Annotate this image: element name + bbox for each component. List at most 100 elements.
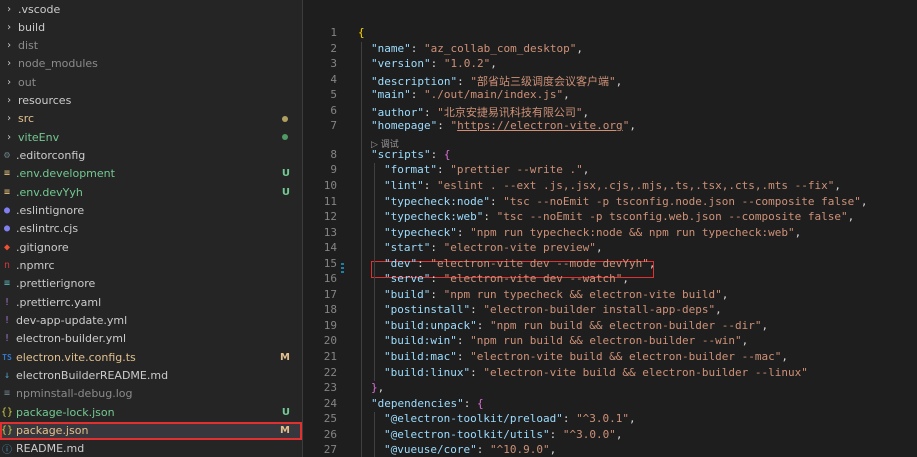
tree-folder-item[interactable]: › resources — [0, 92, 302, 110]
code-token: : — [437, 119, 451, 133]
chevron-right-icon: › — [5, 113, 13, 125]
code-line[interactable]: 15 "dev": "electron-vite dev --mode devYy… — [303, 257, 917, 272]
code-token: , — [860, 194, 868, 208]
code-token: "version" — [371, 57, 431, 71]
tree-file-item[interactable]: TS electron.vite.config.ts M — [0, 348, 302, 366]
tree-item-label: node_modules — [18, 57, 98, 71]
code-line[interactable]: 1{ — [303, 26, 917, 41]
code-line[interactable]: 26 "@electron-toolkit/utils": "^3.0.0", — [303, 428, 917, 443]
tree-folder-item[interactable]: › src — [0, 110, 302, 128]
code-token: , — [629, 119, 636, 133]
line-number: 8 — [330, 147, 337, 161]
line-number: 5 — [330, 88, 337, 102]
tree-file-item[interactable]: ! dev-app-update.yml — [0, 312, 302, 330]
tree-folder-item[interactable]: › node_modules — [0, 55, 302, 73]
code-token: : — [470, 365, 484, 379]
tree-file-item[interactable]: ● .eslintignore — [0, 202, 302, 220]
line-number: 2 — [330, 41, 337, 55]
tree-file-item[interactable]: ↓ electronBuilderREADME.md — [0, 367, 302, 385]
info-icon: ⓘ — [2, 445, 12, 457]
env-file-icon: ≡ — [3, 168, 11, 180]
code-line[interactable]: 4 "description": "部省站三级调度会议客户端", — [303, 73, 917, 88]
code-text: "main": "./out/main/index.js", — [358, 88, 570, 101]
line-number: 18 — [323, 303, 337, 317]
tree-file-item[interactable]: ≡ .prettierignore — [0, 275, 302, 293]
indent-guide — [374, 412, 375, 457]
code-token: : — [430, 57, 444, 71]
json-icon: {} — [0, 406, 14, 418]
code-line[interactable]: 3 "version": "1.0.2", — [303, 57, 917, 72]
code-line[interactable]: 16 "serve": "electron-vite dev --watch", — [303, 272, 917, 287]
code-line[interactable]: 11 "typecheck:node": "tsc --noEmit -p tsc… — [303, 195, 917, 210]
git-status-dot-icon — [282, 134, 288, 141]
code-token: } — [371, 381, 378, 395]
code-line[interactable]: 22 "build:linux": "electron-vite build &&… — [303, 366, 917, 381]
tree-file-item[interactable]: {} package.json M — [0, 421, 302, 440]
code-line[interactable]: 7 "homepage": "https://electron-vite.org"… — [303, 119, 917, 134]
git-status-dot-icon — [282, 115, 288, 122]
tree-item-label: electronBuilderREADME.md — [16, 369, 169, 383]
code-line[interactable]: 27 "@vueuse/core": "^10.9.0", — [303, 443, 917, 457]
code-line[interactable]: 6 "author": "北京安捷易讯科技有限公司", — [303, 104, 917, 119]
code-line[interactable]: 14 "start": "electron-vite preview", — [303, 241, 917, 256]
tree-file-item[interactable]: ⚙ .editorconfig — [0, 147, 302, 165]
code-text: "typecheck": "npm run typecheck:node && … — [358, 226, 801, 239]
tree-file-item[interactable]: ! .prettierrc.yaml — [0, 293, 302, 311]
tree-file-item[interactable]: ≡ npminstall-debug.log — [0, 385, 302, 403]
code-line[interactable]: 21 "build:mac": "electron-vite build && e… — [303, 350, 917, 365]
tree-folder-item[interactable]: › dist — [0, 37, 302, 55]
code-line[interactable]: 10 "lint": "eslint . --ext .js,.jsx,.cjs,… — [303, 179, 917, 194]
code-token: : — [549, 427, 563, 441]
code-line[interactable]: 17 "build": "npm run typecheck && electro… — [303, 288, 917, 303]
code-line[interactable]: 5 "main": "./out/main/index.js", — [303, 88, 917, 103]
tree-file-item[interactable]: ⓘ README.md — [0, 440, 302, 457]
code-line[interactable]: 23}, — [303, 381, 917, 396]
code-line[interactable]: 18 "postinstall": "electron-builder insta… — [303, 303, 917, 318]
code-line[interactable]: 9 "format": "prettier --write .", — [303, 163, 917, 178]
code-line[interactable]: 19 "build:unpack": "npm run build && elec… — [303, 319, 917, 334]
tree-item-label: package-lock.json — [16, 405, 115, 419]
code-line[interactable]: 13 "typecheck": "npm run typecheck:node &… — [303, 226, 917, 241]
code-line[interactable]: 20 "build:win": "npm run build && electro… — [303, 334, 917, 349]
line-number: 27 — [323, 443, 337, 457]
code-line[interactable]: 2 "name": "az_collab_com_desktop", — [303, 42, 917, 57]
tree-folder-item[interactable]: › viteEnv — [0, 128, 302, 146]
code-token: { — [358, 26, 365, 39]
tree-folder-item[interactable]: › build — [0, 18, 302, 36]
tree-file-item[interactable]: ≡ .env.devYyh U — [0, 183, 302, 201]
code-token: "typecheck" — [384, 225, 457, 239]
code-token: "description" — [371, 74, 458, 88]
tree-file-item[interactable]: ≡ .env.development U — [0, 165, 302, 183]
line-number: 14 — [323, 241, 337, 255]
tree-file-item[interactable]: ◆ .gitignore — [0, 238, 302, 256]
code-line[interactable]: 25 "@electron-toolkit/preload": "^3.0.1", — [303, 412, 917, 427]
tree-item-label: .prettierrc.yaml — [16, 295, 102, 309]
tree-item-label: .editorconfig — [16, 149, 86, 163]
code-editor[interactable]: ▷ 调试 1{2 "name": "az_collab_com_desktop",… — [303, 0, 917, 457]
code-text: "typecheck:web": "tsc --noEmit -p tsconf… — [358, 210, 854, 223]
tree-folder-item[interactable]: › out — [0, 73, 302, 91]
code-line[interactable]: 12 "typecheck:web": "tsc --noEmit -p tsco… — [303, 210, 917, 225]
code-line[interactable]: 8 "scripts": { — [303, 148, 917, 163]
code-text: "dependencies": { — [358, 397, 484, 410]
code-token: : — [456, 350, 471, 363]
tree-folder-item[interactable]: › .vscode — [0, 0, 302, 18]
code-text: "scripts": { — [358, 148, 450, 161]
code-text: "build:unpack": "npm run build && electr… — [358, 319, 768, 332]
line-number: 9 — [330, 163, 337, 177]
tree-file-item[interactable]: ! electron-builder.yml — [0, 330, 302, 348]
tree-item-label: dist — [18, 39, 39, 53]
code-token: "build:linux" — [384, 365, 471, 379]
yaml-icon: ! — [3, 315, 11, 327]
tree-file-item[interactable]: ● .eslintrc.cjs — [0, 220, 302, 238]
line-number: 3 — [330, 57, 337, 71]
code-token: , — [563, 88, 570, 102]
tree-file-item[interactable]: {} package-lock.json U — [0, 403, 302, 421]
tree-item-label: npminstall-debug.log — [16, 387, 133, 401]
code-token: "tsc --noEmit -p tsconfig.web.json --com… — [496, 210, 848, 224]
code-token: : — [470, 303, 484, 317]
line-number: 4 — [330, 72, 337, 86]
code-line[interactable]: 24 "dependencies": { — [303, 397, 917, 412]
code-token: "北京安捷易讯科技有限公司" — [437, 105, 583, 119]
tree-file-item[interactable]: n .npmrc — [0, 257, 302, 275]
